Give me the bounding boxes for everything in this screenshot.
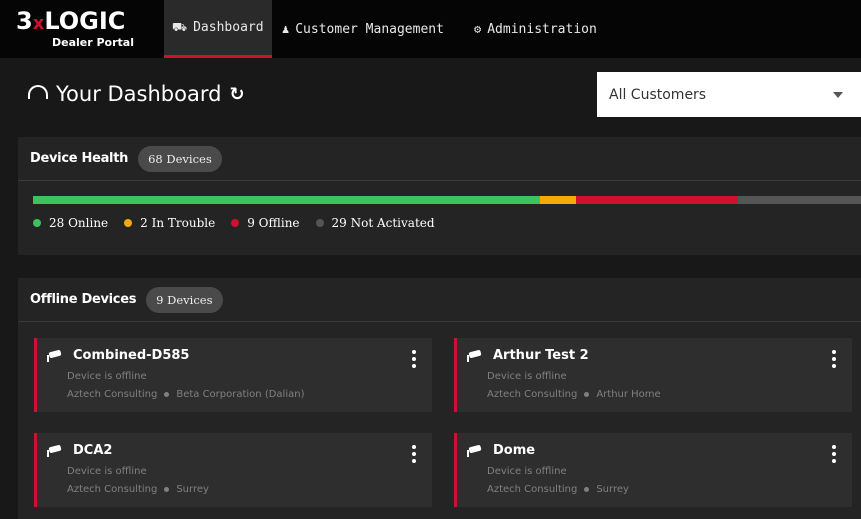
device-count-badge: 9 Devices — [146, 286, 223, 313]
camera-icon — [47, 444, 63, 457]
health-bar-offline — [576, 196, 738, 204]
device-site: Beta Corporation (Dalian) — [176, 389, 305, 400]
device-health-title: Device Health — [30, 151, 129, 166]
page-title-text: Your Dashboard — [56, 82, 222, 106]
device-status: Device is offline — [67, 466, 147, 477]
legend-offline[interactable]: 9 Offline — [231, 216, 300, 230]
separator-dot-icon — [584, 487, 590, 492]
separator-dot-icon — [584, 392, 590, 397]
users-icon: ♟ — [282, 22, 290, 36]
dashboard-gauge-icon — [28, 85, 48, 99]
nav-tab-label: Dashboard — [193, 20, 264, 35]
device-location: Aztech Consulting Surrey — [487, 484, 629, 495]
legend-label: 29 Not Activated — [331, 216, 435, 230]
health-bar-trouble — [540, 196, 576, 204]
device-name: Combined-D585 — [47, 348, 189, 363]
nav-tab-administration[interactable]: ⚙ Administration — [474, 0, 597, 58]
device-site: Surrey — [176, 484, 209, 495]
more-options-icon[interactable] — [832, 445, 836, 463]
camera-icon — [467, 444, 483, 457]
customer-filter-value: All Customers — [609, 86, 707, 103]
device-status: Device is offline — [487, 371, 567, 382]
device-location: Aztech Consulting Surrey — [67, 484, 209, 495]
device-card[interactable]: Combined-D585 Device is offline Aztech C… — [34, 338, 432, 412]
more-options-icon[interactable] — [412, 445, 416, 463]
gear-icon: ⚙ — [474, 22, 482, 36]
status-dot-icon — [124, 219, 133, 227]
nav-tab-label: Administration — [487, 21, 597, 37]
device-card[interactable]: Arthur Test 2 Device is offline Aztech C… — [454, 338, 852, 412]
camera-icon — [47, 349, 63, 362]
more-options-icon[interactable] — [412, 350, 416, 368]
device-name: Arthur Test 2 — [467, 348, 589, 363]
offline-devices-header: Offline Devices 9 Devices — [18, 278, 861, 322]
device-site: Arthur Home — [596, 389, 661, 400]
device-name-text: Arthur Test 2 — [493, 348, 589, 363]
device-status: Device is offline — [67, 371, 147, 382]
legend-in-trouble[interactable]: 2 In Trouble — [124, 216, 215, 230]
status-dot-icon — [315, 219, 324, 227]
device-status: Device is offline — [487, 466, 567, 477]
legend-label: 28 Online — [49, 216, 109, 230]
dashboard-gauge-icon: ⛟ — [172, 19, 188, 34]
device-name-text: Combined-D585 — [73, 348, 190, 363]
device-health-legend: 28 Online 2 In Trouble 9 Offline 29 Not … — [33, 216, 451, 230]
health-bar-not-activated — [738, 196, 861, 204]
device-count-badge: 68 Devices — [138, 145, 222, 172]
device-name: DCA2 — [47, 443, 112, 458]
device-name-text: DCA2 — [73, 443, 113, 458]
device-health-header: Device Health 68 Devices — [18, 137, 861, 181]
nav-tab-label: Customer Management — [295, 21, 444, 37]
device-dealer: Aztech Consulting — [487, 389, 578, 400]
brand-logo-wordmark: 3xLOGIC — [16, 7, 126, 35]
device-health-bar — [33, 196, 861, 204]
separator-dot-icon — [164, 487, 170, 492]
legend-not-activated[interactable]: 29 Not Activated — [315, 216, 435, 230]
refresh-icon[interactable]: ↻ — [229, 84, 244, 105]
health-bar-online — [33, 196, 540, 204]
legend-label: 2 In Trouble — [140, 216, 216, 230]
customer-filter-select[interactable]: All Customers — [597, 72, 861, 117]
camera-icon — [467, 349, 483, 362]
device-dealer: Aztech Consulting — [67, 484, 158, 495]
device-name: Dome — [467, 443, 535, 458]
legend-online[interactable]: 28 Online — [33, 216, 108, 230]
device-name-text: Dome — [493, 443, 536, 458]
status-dot-icon — [33, 219, 41, 227]
nav-tab-dashboard[interactable]: ⛟ Dashboard — [164, 0, 272, 58]
offline-devices-title: Offline Devices — [30, 292, 137, 307]
legend-label: 9 Offline — [247, 216, 300, 230]
device-site: Surrey — [596, 484, 629, 495]
device-location: Aztech Consulting Beta Corporation (Dali… — [67, 389, 304, 400]
brand-subtitle: Dealer Portal — [52, 36, 134, 49]
top-navbar: 3xLOGIC Dealer Portal ⛟ Dashboard ♟ Cust… — [0, 0, 861, 58]
device-card[interactable]: Dome Device is offline Aztech Consulting… — [454, 433, 852, 507]
status-dot-icon — [231, 219, 240, 227]
nav-tab-customer-management[interactable]: ♟ Customer Management — [282, 0, 444, 58]
page-title: Your Dashboard ↻ — [28, 82, 245, 106]
separator-dot-icon — [164, 392, 170, 397]
chevron-down-icon — [833, 92, 843, 98]
more-options-icon[interactable] — [832, 350, 836, 368]
device-dealer: Aztech Consulting — [67, 389, 158, 400]
device-location: Aztech Consulting Arthur Home — [487, 389, 661, 400]
device-health-panel: Device Health 68 Devices 28 Online 2 In … — [18, 137, 861, 255]
device-dealer: Aztech Consulting — [487, 484, 578, 495]
brand-logo[interactable]: 3xLOGIC Dealer Portal — [12, 8, 160, 52]
device-card[interactable]: DCA2 Device is offline Aztech Consulting… — [34, 433, 432, 507]
